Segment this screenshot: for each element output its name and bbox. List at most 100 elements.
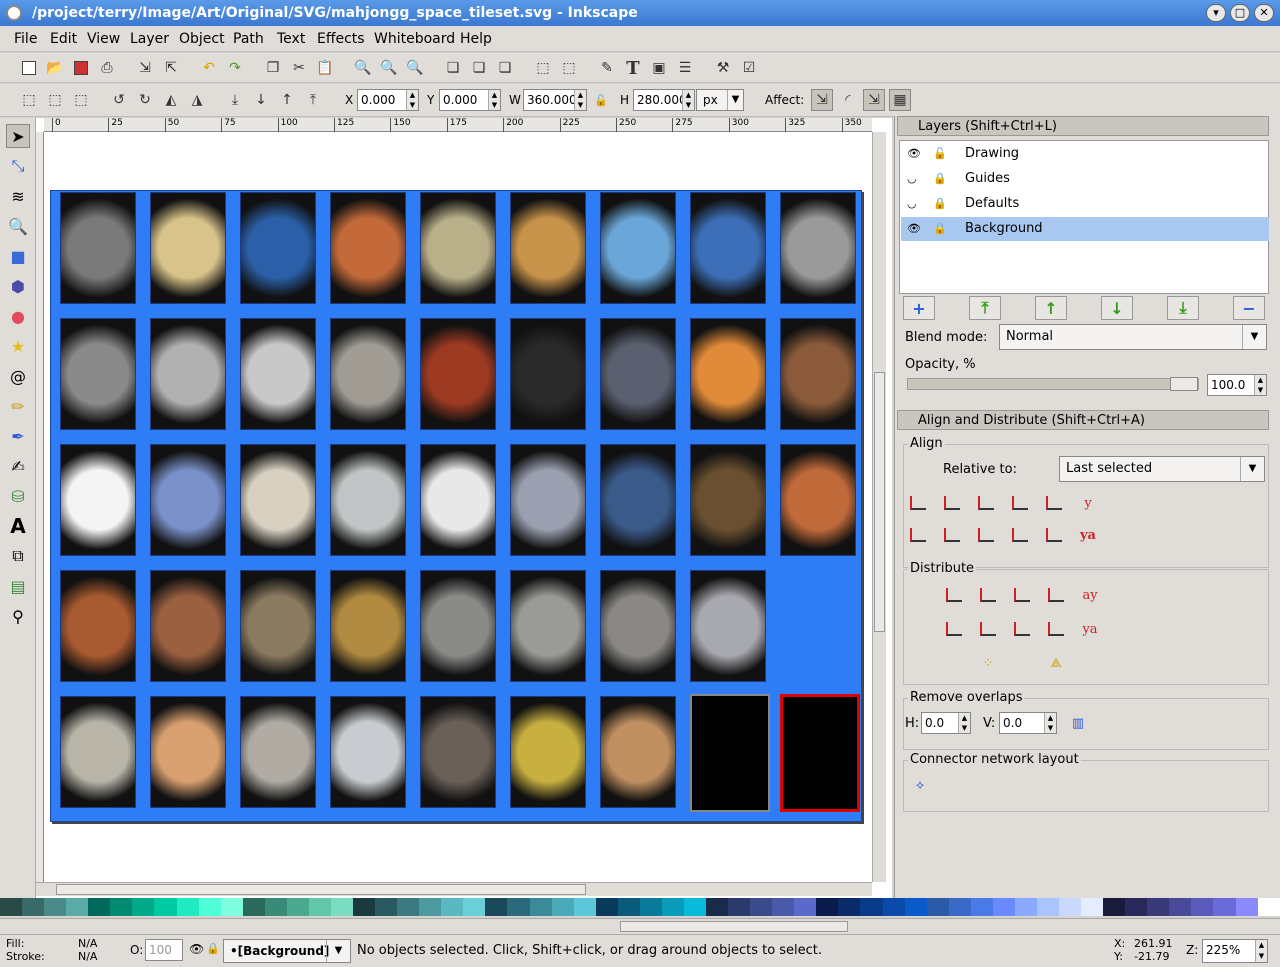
selector-tool-icon[interactable]: ➤ [6,124,30,148]
minimize-button[interactable]: ▾ [1206,4,1226,22]
palette-swatch[interactable] [419,898,442,916]
star-tool-icon[interactable]: ★ [6,334,30,358]
distribute-gaps-h-icon[interactable] [1043,582,1069,608]
layer-row-guides[interactable]: ◡ 🔒 Guides [901,167,1269,191]
ellipse-tool-icon[interactable]: ● [6,304,30,328]
paste-icon[interactable]: 📋 [314,57,336,79]
node-tool-icon[interactable]: ⤡ [6,154,30,178]
palette-swatch[interactable] [595,898,618,916]
eye-icon[interactable]: 👁 [907,217,921,241]
palette-swatch[interactable] [772,898,795,916]
distribute-center-h-icon[interactable] [975,582,1001,608]
palette-swatch[interactable] [66,898,89,916]
tile[interactable] [420,570,496,682]
align-bottom-to-top-icon[interactable] [905,522,931,548]
rectangle-tool-icon[interactable]: ■ [6,244,30,268]
menu-help[interactable]: Help [460,31,492,47]
palette-swatch[interactable] [154,898,177,916]
maximize-button[interactable]: □ [1230,4,1250,22]
palette-scroll-thumb[interactable] [620,921,848,932]
zoom-page-icon[interactable]: 🔍 [404,57,426,79]
zoom-drawing-icon[interactable]: 🔍 [378,57,400,79]
rotate-ccw-icon[interactable]: ↺ [108,89,130,111]
app-icon[interactable] [6,5,22,21]
remove-overlaps-icon[interactable]: ▥ [1065,710,1091,736]
lock-icon[interactable]: 🔒 [933,192,947,216]
close-button[interactable]: ✕ [1254,4,1274,22]
empty-tile[interactable] [780,694,860,812]
paint-bucket-tool-icon[interactable]: ⛁ [6,484,30,508]
palette-swatch[interactable] [44,898,67,916]
tile[interactable] [330,570,406,682]
palette-swatch[interactable] [1191,898,1214,916]
distribute-baseline-h-icon[interactable]: ay [1077,582,1103,608]
tile[interactable] [150,444,226,556]
align-top-edges-icon[interactable] [939,522,965,548]
palette-swatch[interactable] [1169,898,1192,916]
tile[interactable] [240,318,316,430]
flip-horizontal-icon[interactable]: ◭ [160,89,182,111]
eye-closed-icon[interactable]: ◡ [907,167,917,191]
fill-stroke-icon[interactable]: ✎ [596,57,618,79]
text-tool-icon[interactable]: A [6,514,30,538]
menu-effects[interactable]: Effects [317,31,365,47]
tile[interactable] [510,696,586,808]
duplicate-icon[interactable]: ❏ [442,57,464,79]
tile[interactable] [60,570,136,682]
center-horizontal-axis-icon[interactable] [973,522,999,548]
tile[interactable] [510,444,586,556]
palette-swatch[interactable] [242,898,265,916]
tile[interactable] [510,570,586,682]
menu-edit[interactable]: Edit [50,31,77,47]
palette-swatch[interactable] [992,898,1015,916]
eye-closed-icon[interactable]: ◡ [907,192,917,216]
palette-swatch[interactable] [507,898,530,916]
layer-lock-icon[interactable]: 🔒 [206,942,220,955]
move-patterns-icon[interactable]: ▦ [889,89,911,111]
cut-icon[interactable]: ✂ [288,57,310,79]
palette-swatch[interactable] [441,898,464,916]
height-input[interactable]: 280.000 ▲ ▼ [633,89,695,111]
palette-swatch[interactable] [926,898,949,916]
menu-path[interactable]: Path [233,31,264,47]
tile[interactable] [150,570,226,682]
palette-swatch[interactable] [551,898,574,916]
menu-layer[interactable]: Layer [130,31,169,47]
redo-icon[interactable]: ↷ [224,57,246,79]
palette-swatch[interactable] [706,898,729,916]
palette-swatch[interactable] [970,898,993,916]
tile[interactable] [420,696,496,808]
randomize-icon[interactable]: ⁘ [975,650,1001,676]
tile[interactable] [60,444,136,556]
xml-editor-icon[interactable]: ▣ [648,57,670,79]
connector-layout-icon[interactable]: ⟡ [907,772,933,798]
palette-swatch[interactable] [1103,898,1126,916]
align-baseline-anchors-icon[interactable]: ya [1075,522,1101,548]
y-input[interactable]: 0.000 ▲ ▼ [439,89,501,111]
copy-icon[interactable]: ❐ [262,57,284,79]
pencil-tool-icon[interactable]: ✏ [6,394,30,418]
palette-swatch[interactable] [1125,898,1148,916]
palette-swatch[interactable] [0,898,23,916]
scale-corners-icon[interactable]: ◜ [837,89,859,111]
unlink-clone-icon[interactable]: ❏ [494,57,516,79]
export-icon[interactable]: ⇱ [160,57,182,79]
palette-swatch[interactable] [463,898,486,916]
center-vertical-axis-icon[interactable] [973,490,999,516]
preferences-icon[interactable]: ⚒ [712,57,734,79]
new-document-icon[interactable] [18,57,40,79]
v-gap-input[interactable]: 0.0 ▲ ▼ [999,712,1057,734]
print-icon[interactable]: ⎙ [96,57,118,79]
palette-swatch[interactable] [375,898,398,916]
tile[interactable] [690,318,766,430]
align-text-baseline-icon[interactable]: y [1075,490,1101,516]
tile[interactable] [240,696,316,808]
raise-layer-button[interactable]: ↑ [1035,296,1067,320]
palette-swatch[interactable] [286,898,309,916]
palette-swatch[interactable] [1235,898,1258,916]
distribute-left-icon[interactable] [941,582,967,608]
tile[interactable] [60,318,136,430]
zoom-selection-icon[interactable]: 🔍 [352,57,374,79]
palette-swatch[interactable] [264,898,287,916]
palette-swatch[interactable] [838,898,861,916]
